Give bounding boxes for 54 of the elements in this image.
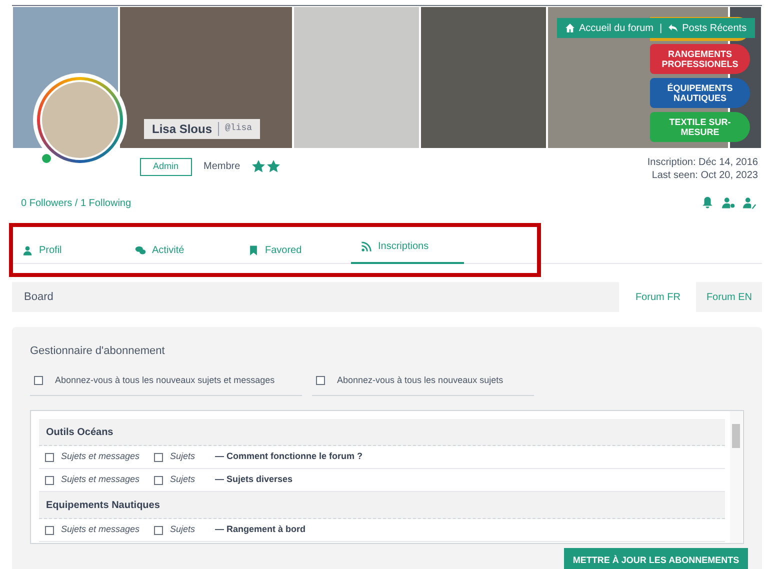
nav-link[interactable]: Accueil du forum bbox=[565, 20, 654, 36]
home-icon bbox=[565, 23, 575, 33]
category-badge: TEXTILE SUR-MESURE bbox=[650, 112, 750, 142]
forum-name: — Rangement à bord bbox=[215, 523, 306, 536]
chat-icon bbox=[135, 245, 146, 256]
checkbox[interactable] bbox=[45, 526, 54, 534]
checkbox[interactable] bbox=[316, 376, 325, 385]
last-seen: Last seen: Oct 20, 2023 bbox=[650, 169, 758, 182]
option-label: Sujets bbox=[170, 450, 196, 464]
reply-icon bbox=[668, 23, 678, 33]
option-label: Sujets bbox=[170, 523, 196, 536]
checkbox[interactable] bbox=[154, 452, 163, 462]
star-icon bbox=[252, 160, 266, 174]
checkbox[interactable] bbox=[45, 476, 54, 484]
update-button[interactable]: METTRE À JOUR LES ABONNEMENTS bbox=[564, 548, 748, 569]
scrollbar[interactable] bbox=[730, 411, 742, 543]
forum-link[interactable]: Forum EN bbox=[696, 282, 762, 312]
bookmark-icon bbox=[248, 245, 259, 256]
option-label: Sujets bbox=[170, 473, 196, 486]
user-icon bbox=[22, 245, 33, 256]
checkbox[interactable] bbox=[154, 526, 163, 534]
checkbox[interactable] bbox=[154, 476, 163, 484]
tab[interactable]: Profil bbox=[12, 235, 125, 263]
join-date: Inscription: Déc 14, 2016 bbox=[647, 156, 758, 169]
checkbox[interactable] bbox=[34, 376, 43, 385]
rss-icon bbox=[361, 241, 372, 252]
user-handle: @lisa bbox=[225, 122, 252, 136]
bell-icon[interactable] bbox=[701, 196, 714, 209]
tab[interactable]: Activité bbox=[125, 235, 238, 263]
user-name: Lisa Slous bbox=[152, 121, 212, 138]
tab[interactable]: Inscriptions bbox=[351, 235, 464, 264]
category-header: Equipements Nautiques bbox=[39, 492, 725, 519]
board-bar: Board bbox=[12, 282, 620, 312]
user-edit-icon[interactable] bbox=[743, 196, 756, 209]
option-label: Sujets et messages bbox=[61, 473, 141, 486]
star-icon bbox=[267, 160, 280, 174]
option-label: Abonnez-vous à tous les nouveaux sujets bbox=[337, 374, 504, 387]
checkbox[interactable] bbox=[45, 452, 54, 462]
category-badge: ÉQUIPEMENTS NAUTIQUES bbox=[650, 78, 750, 108]
section-title: Gestionnaire d'abonnement bbox=[30, 344, 166, 359]
option-label: Abonnez-vous à tous les nouveaux sujets et messages bbox=[55, 374, 275, 387]
tab[interactable]: Favored bbox=[238, 235, 351, 263]
user-settings-icon[interactable] bbox=[722, 196, 735, 209]
option-label: Sujets et messages bbox=[61, 523, 141, 536]
option-label: Sujets et messages bbox=[61, 450, 141, 464]
followers-link[interactable]: 0 Followers / 1 Following bbox=[21, 196, 132, 211]
nav-link[interactable]: Posts Récents bbox=[668, 20, 747, 36]
forum-name: — Sujets diverses bbox=[215, 473, 293, 486]
separator: | bbox=[659, 22, 662, 36]
role-badge: Admin bbox=[140, 158, 192, 176]
category-badge: RANGEMENTS PROFESSIONELS bbox=[650, 44, 750, 74]
forum-name: — Comment fonctionne le forum ? bbox=[215, 450, 362, 464]
category-header: Outils Océans bbox=[39, 419, 725, 446]
rank-label: Membre bbox=[204, 160, 240, 174]
